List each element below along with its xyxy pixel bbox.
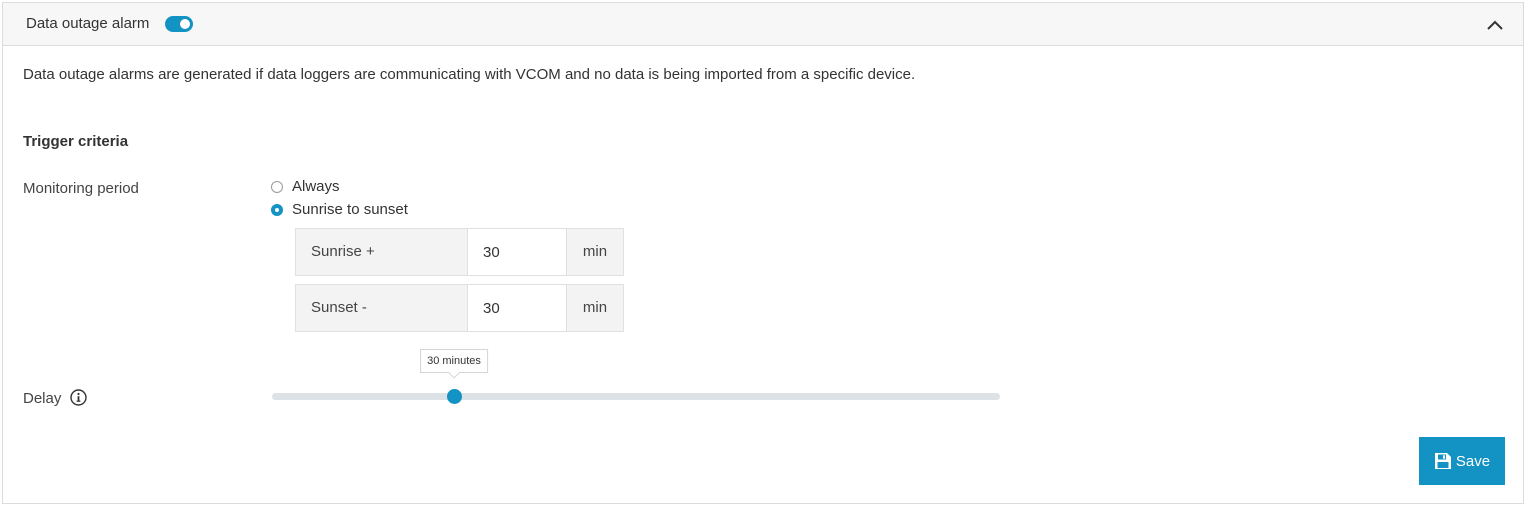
delay-slider-fill	[272, 393, 454, 400]
delay-slider[interactable]: 30 minutes	[272, 349, 1000, 404]
sunset-offset-prefix: Sunset -	[296, 285, 468, 331]
save-button[interactable]: Save	[1419, 437, 1505, 485]
toggle-knob	[180, 19, 190, 29]
sunset-offset-input[interactable]	[468, 285, 566, 331]
info-icon[interactable]	[69, 389, 87, 406]
alarm-panel: Data outage alarm Data outage alarms are…	[2, 2, 1524, 504]
alarm-description: Data outage alarms are generated if data…	[23, 66, 916, 83]
save-icon	[1434, 453, 1451, 469]
sunrise-offset-input[interactable]	[468, 229, 566, 275]
delay-tooltip: 30 minutes	[420, 349, 488, 373]
trigger-criteria-heading: Trigger criteria	[23, 133, 129, 150]
sunset-offset-group: Sunset - min	[295, 284, 624, 332]
alarm-enabled-toggle[interactable]	[165, 16, 193, 32]
sunset-offset-unit: min	[566, 285, 623, 331]
save-button-label: Save	[1455, 452, 1491, 470]
monitoring-period-label: Monitoring period	[23, 180, 139, 197]
delay-label: Delay	[23, 390, 62, 407]
radio-sunrise-to-sunset[interactable]: Sunrise to sunset	[271, 201, 408, 218]
radio-always[interactable]: Always	[271, 178, 340, 195]
panel-header[interactable]: Data outage alarm	[3, 3, 1523, 46]
sunrise-offset-unit: min	[566, 229, 623, 275]
radio-sunrise-to-sunset-label: Sunrise to sunset	[292, 201, 408, 218]
panel-title: Data outage alarm	[26, 15, 150, 32]
sunrise-offset-prefix: Sunrise +	[296, 229, 468, 275]
radio-always-label: Always	[292, 178, 340, 195]
delay-label-row: Delay	[23, 389, 87, 407]
delay-slider-handle[interactable]	[447, 389, 462, 404]
chevron-up-icon[interactable]	[1485, 15, 1505, 35]
radio-sunrise-to-sunset-circle[interactable]	[271, 203, 283, 216]
radio-always-circle[interactable]	[271, 180, 283, 193]
sunrise-offset-group: Sunrise + min	[295, 228, 624, 276]
